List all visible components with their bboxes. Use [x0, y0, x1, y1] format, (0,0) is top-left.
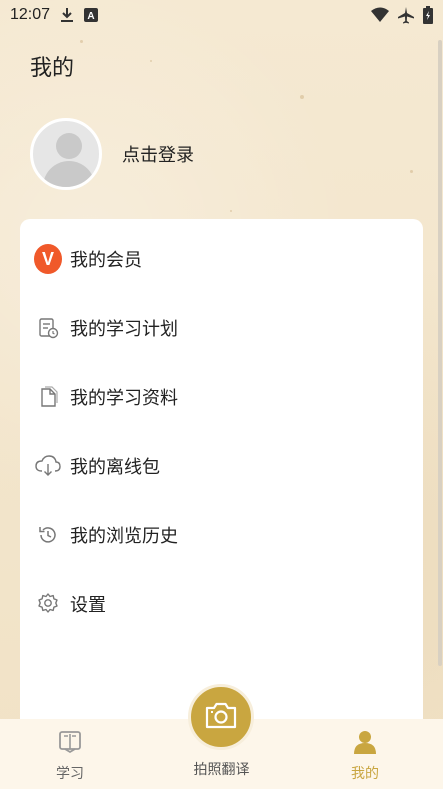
menu-item-label: 设置 [70, 595, 106, 616]
page-title: 我的 [30, 56, 75, 81]
menu-item-settings[interactable]: 设置 [34, 584, 106, 624]
document-icon [34, 383, 62, 411]
camera-icon [204, 700, 238, 734]
menu-item-label: 我的学习计划 [70, 319, 178, 340]
battery-icon [423, 6, 433, 24]
status-bar: 12:07 A [0, 0, 443, 30]
profile-section[interactable]: 点击登录 [30, 118, 194, 190]
menu-item-label: 我的浏览历史 [70, 526, 178, 547]
tab-label[interactable]: 拍照翻译 [0, 759, 443, 779]
wifi-icon [371, 7, 389, 23]
menu-item-label: 我的会员 [70, 250, 142, 271]
scrollbar[interactable] [438, 40, 442, 666]
menu-item-browsing-history[interactable]: 我的浏览历史 [34, 515, 178, 555]
keyboard-a-icon: A [84, 8, 99, 22]
download-icon [60, 7, 74, 23]
cloud-download-icon [34, 452, 62, 480]
status-time: 12:07 [10, 6, 51, 23]
menu-item-study-plan[interactable]: 我的学习计划 [34, 308, 178, 348]
menu-card: V 我的会员 我的学习计划 我的学习资料 我的离线包 我的浏览历史 设置 [20, 219, 423, 739]
airplane-icon [397, 6, 415, 24]
book-icon [57, 729, 83, 759]
svg-text:A: A [87, 11, 94, 22]
plan-icon [34, 314, 62, 342]
history-icon [34, 521, 62, 549]
camera-translate-button[interactable] [188, 684, 254, 750]
avatar[interactable] [30, 118, 102, 190]
settings-icon [34, 590, 62, 618]
vip-icon: V [34, 244, 62, 274]
menu-item-study-materials[interactable]: 我的学习资料 [34, 377, 178, 417]
login-link[interactable]: 点击登录 [122, 141, 194, 167]
menu-item-label: 我的离线包 [70, 457, 160, 478]
menu-item-offline-packages[interactable]: 我的离线包 [34, 446, 160, 486]
person-icon [352, 729, 378, 759]
menu-item-label: 我的学习资料 [70, 388, 178, 409]
menu-item-vip[interactable]: V 我的会员 [34, 239, 142, 279]
